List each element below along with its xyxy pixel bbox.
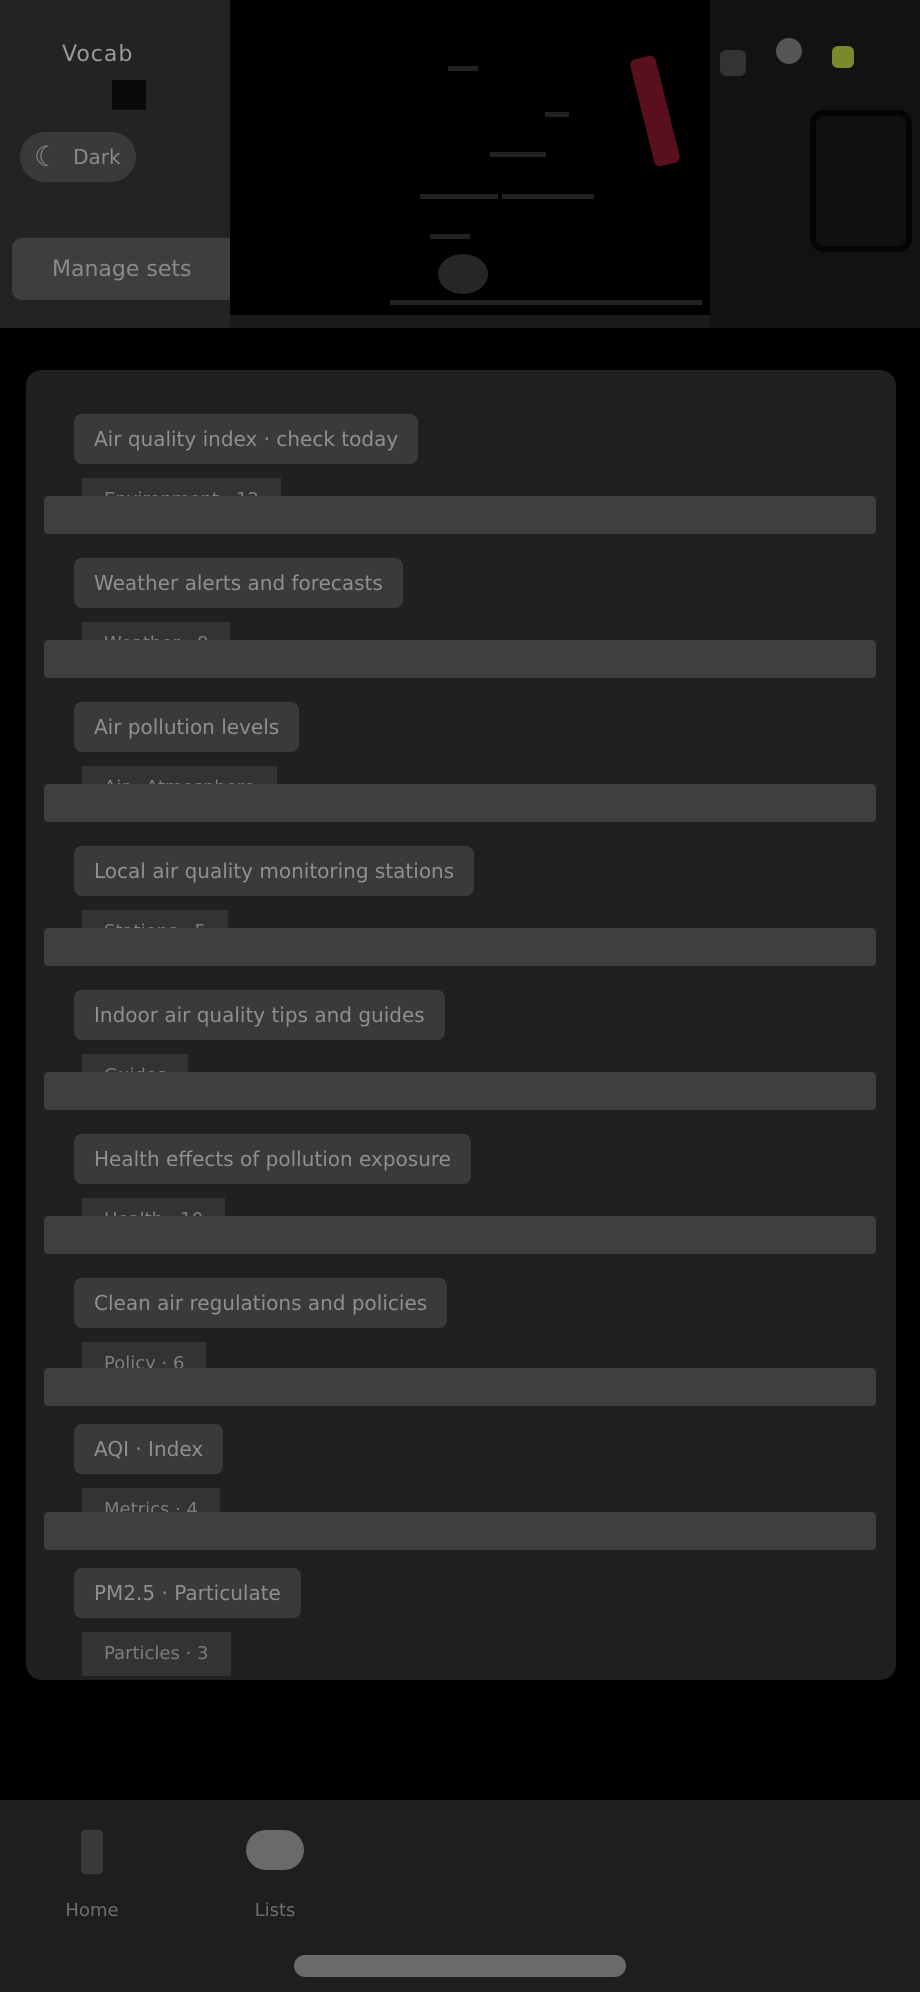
divider — [44, 1216, 876, 1254]
list-card: Air quality index · check today Environm… — [26, 370, 896, 1680]
divider — [44, 928, 876, 966]
divider — [44, 496, 876, 534]
list-item-title: Health effects of pollution exposure — [74, 1134, 471, 1184]
divider — [44, 640, 876, 678]
header-thumbnail — [112, 80, 146, 110]
lists-icon — [246, 1830, 304, 1870]
list-item-title: Indoor air quality tips and guides — [74, 990, 445, 1040]
nav-item-lists[interactable]: Lists — [205, 1818, 345, 1928]
list-item-title: Local air quality monitoring stations — [74, 846, 475, 896]
list-item[interactable]: PM2.5 · Particulate Particles · 3 — [52, 1544, 872, 1690]
home-indicator[interactable] — [294, 1955, 626, 1977]
side-panel-graphic — [810, 110, 912, 252]
list-item-title: Air quality index · check today — [74, 414, 419, 464]
header: Vocab ☾ Dark Manage sets — [0, 0, 920, 328]
nav-item-home[interactable]: Home — [22, 1818, 162, 1928]
nav-item-home-label: Home — [65, 1900, 119, 1921]
header-title: Vocab — [62, 42, 134, 67]
list-item-title: Air pollution levels — [74, 702, 300, 752]
manage-sets-button[interactable]: Manage sets — [12, 238, 238, 300]
list-item-title: AQI · Index — [74, 1424, 224, 1474]
list-item-subtitle: Particles · 3 — [82, 1632, 231, 1676]
home-icon — [81, 1830, 103, 1874]
header-illustration — [230, 0, 710, 315]
divider — [44, 1072, 876, 1110]
moon-icon: ☾ — [34, 140, 60, 173]
status-icon — [832, 46, 854, 68]
list-item-title: Clean air regulations and policies — [74, 1278, 448, 1328]
list-item-title: PM2.5 · Particulate — [74, 1568, 301, 1618]
profile-icon[interactable] — [776, 38, 802, 64]
grid-icon[interactable] — [720, 50, 746, 76]
header-left-panel: Vocab ☾ Dark Manage sets — [0, 0, 238, 328]
mode-toggle-label: Dark — [73, 145, 121, 169]
header-right-panel — [710, 0, 920, 328]
nav-item-lists-label: Lists — [254, 1900, 296, 1921]
divider — [44, 784, 876, 822]
mode-toggle[interactable]: ☾ Dark — [20, 132, 136, 182]
list-item-title: Weather alerts and forecasts — [74, 558, 403, 608]
